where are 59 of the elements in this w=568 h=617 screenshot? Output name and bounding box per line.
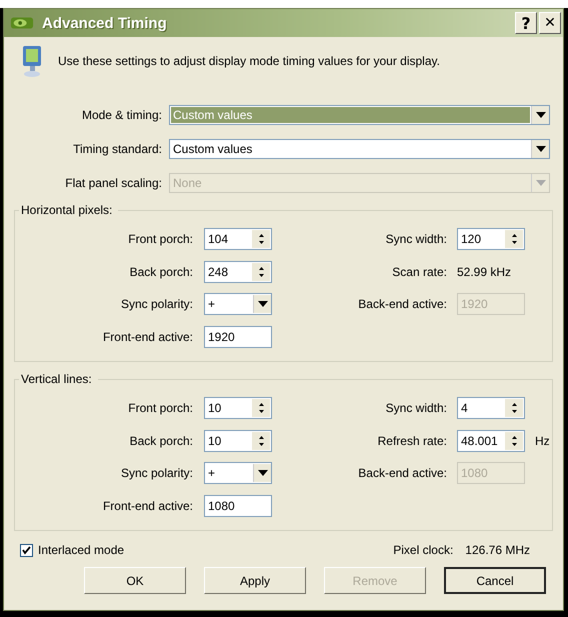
dropdown[interactable]: +: [204, 462, 272, 484]
spin-field[interactable]: 10: [204, 430, 272, 452]
checkbox-label[interactable]: Interlaced mode: [38, 543, 124, 557]
caret-icon: [536, 146, 546, 152]
field-label: Back porch:: [128, 264, 193, 279]
field-label: Sync polarity:: [120, 297, 193, 312]
group-title: Vertical lines:: [20, 372, 93, 386]
field-label: Mode & timing:: [80, 108, 162, 122]
eye-logo-icon: [10, 16, 34, 30]
checkbox[interactable]: [20, 544, 33, 556]
spin-arrows-icon[interactable]: [258, 264, 264, 279]
dialog-button[interactable]: Cancel: [444, 567, 546, 594]
field-label: Back-end active:: [357, 466, 447, 480]
input-field[interactable]: 1080: [204, 494, 272, 517]
field-label: Front-end active:: [102, 498, 193, 513]
spin-field[interactable]: 104: [204, 228, 272, 250]
field-label: Back porch:: [128, 434, 193, 448]
reading-value: 52.99 kHz: [457, 264, 512, 279]
spin-field[interactable]: 248: [204, 260, 272, 283]
spin-arrows-icon[interactable]: [510, 232, 518, 246]
pixel-clock-value: 126.76 MHz: [465, 543, 530, 557]
dropdown[interactable]: Custom values: [169, 139, 550, 159]
field-label: Front porch:: [127, 401, 193, 416]
input-field[interactable]: 1920: [204, 326, 272, 348]
window-title: Advanced Timing: [42, 14, 168, 32]
spin-arrows-icon[interactable]: [258, 434, 264, 448]
caret-icon: [258, 470, 268, 476]
monitor-icon: [20, 44, 44, 78]
caret-icon: [536, 180, 546, 186]
spin-arrows-icon[interactable]: [258, 232, 264, 246]
close-button[interactable]: ✕: [539, 12, 561, 34]
caret-icon: [258, 301, 268, 308]
field-label: Back-end active:: [357, 297, 447, 312]
dialog-button[interactable]: Apply: [204, 567, 306, 594]
dropdown[interactable]: +: [204, 293, 272, 316]
field-label: Sync polarity:: [120, 466, 193, 480]
unit-label: Hz: [535, 434, 550, 448]
pixel-clock-label: Pixel clock:: [393, 543, 454, 557]
spin-field[interactable]: 48.001: [457, 430, 525, 452]
description-text: Use these settings to adjust display mode timing values for your display.: [58, 54, 440, 68]
field-label: Flat panel scaling:: [64, 176, 162, 190]
help-button[interactable]: ?: [515, 12, 537, 34]
field-label: Timing standard:: [72, 142, 162, 156]
field-label: Front porch:: [127, 232, 193, 246]
spin-arrows-icon[interactable]: [510, 401, 518, 416]
spin-arrows-icon[interactable]: [510, 434, 518, 448]
spin-field[interactable]: 4: [457, 397, 525, 420]
field-label: Sync width:: [384, 401, 447, 416]
dialog-button[interactable]: OK: [84, 567, 186, 594]
field-label: Scan rate:: [391, 264, 447, 279]
group-title: Horizontal pixels:: [20, 203, 114, 217]
check-icon: [22, 546, 31, 554]
field-label: Refresh rate:: [376, 434, 447, 448]
caret-icon: [536, 112, 546, 118]
field-label: Front-end active:: [102, 330, 193, 344]
spin-field[interactable]: 10: [204, 397, 272, 420]
field-label: Sync width:: [384, 232, 447, 246]
spin-arrows-icon[interactable]: [258, 401, 264, 416]
spin-field[interactable]: 120: [457, 228, 525, 250]
